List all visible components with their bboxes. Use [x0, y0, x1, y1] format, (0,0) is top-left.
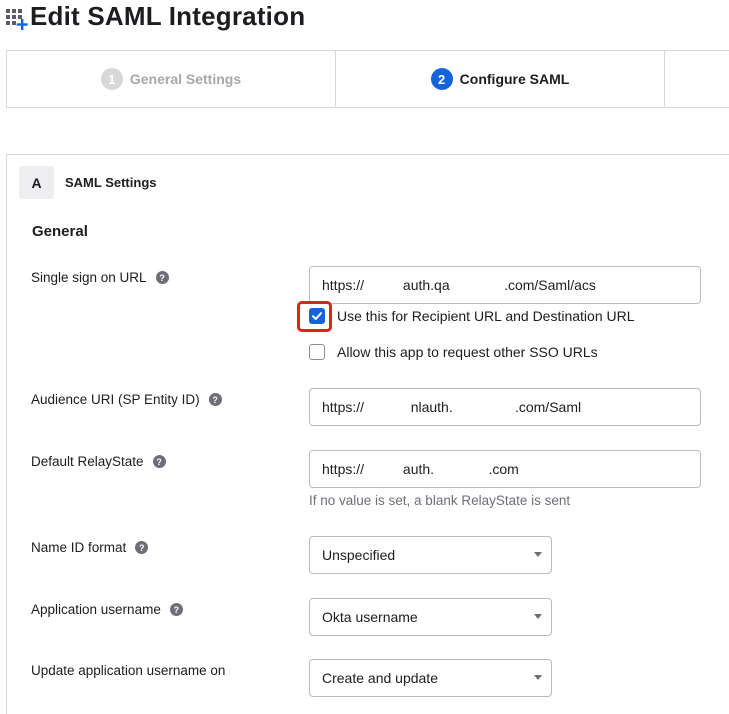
name-id-format-label: Name ID format ?	[31, 540, 149, 555]
help-icon[interactable]: ?	[152, 455, 166, 468]
step-general-settings[interactable]: 1 General Settings	[7, 51, 336, 107]
sso-url-input[interactable]: https:// auth.qa .com/Saml/acs	[309, 266, 701, 304]
relay-state-value: https:// auth. .com	[322, 461, 519, 477]
update-username-select[interactable]: Create and update	[309, 659, 552, 697]
app-username-label: Application username ?	[31, 602, 183, 617]
section-title: SAML Settings	[65, 175, 157, 190]
step-label: Configure SAML	[459, 71, 570, 87]
update-username-value: Create and update	[322, 670, 438, 686]
general-heading: General	[32, 223, 88, 240]
chevron-down-icon	[534, 614, 542, 619]
relay-state-label: Default RelayState ?	[31, 454, 166, 469]
name-id-format-label-text: Name ID format	[31, 540, 127, 555]
other-sso-checkbox-row[interactable]: Allow this app to request other SSO URLs	[309, 344, 598, 360]
update-username-label: Update application username on	[31, 663, 225, 678]
step-label: General Settings	[129, 71, 242, 87]
app-username-label-text: Application username	[31, 602, 161, 617]
help-icon[interactable]: ?	[169, 603, 183, 616]
name-id-format-value: Unspecified	[322, 547, 396, 563]
relay-state-input[interactable]: https:// auth. .com	[309, 450, 701, 488]
chevron-down-icon	[534, 675, 542, 680]
wizard-steps: 1 General Settings 2 Configure SAML	[6, 50, 729, 108]
other-sso-checkbox-label: Allow this app to request other SSO URLs	[337, 344, 598, 360]
audience-uri-label: Audience URI (SP Entity ID) ?	[31, 392, 222, 407]
step-number: 1	[100, 68, 123, 90]
chevron-down-icon	[534, 552, 542, 557]
audience-uri-value: https:// nlauth. .com/Saml	[322, 399, 582, 415]
sso-url-label: Single sign on URL ?	[31, 270, 169, 285]
step-configure-saml[interactable]: 2 Configure SAML	[336, 51, 665, 107]
update-username-label-text: Update application username on	[31, 663, 226, 678]
name-id-format-select[interactable]: Unspecified	[309, 536, 552, 574]
sso-url-label-text: Single sign on URL	[31, 270, 147, 285]
recipient-url-checkbox-row[interactable]: Use this for Recipient URL and Destinati…	[309, 308, 635, 324]
recipient-url-checkbox-label: Use this for Recipient URL and Destinati…	[337, 308, 635, 324]
section-badge: A	[19, 166, 54, 199]
help-icon[interactable]: ?	[155, 271, 169, 284]
app-grid-plus-icon	[6, 9, 28, 30]
page-title: Edit SAML Integration	[30, 1, 306, 31]
step-next[interactable]	[665, 51, 729, 107]
help-icon[interactable]: ?	[208, 393, 222, 406]
audience-uri-label-text: Audience URI (SP Entity ID)	[31, 392, 200, 407]
audience-uri-input[interactable]: https:// nlauth. .com/Saml	[309, 388, 701, 426]
step-number: 2	[430, 68, 453, 90]
checkmark-icon	[312, 312, 322, 320]
sso-url-value: https:// auth.qa .com/Saml/acs	[322, 277, 596, 293]
app-username-value: Okta username	[322, 609, 418, 625]
relay-state-label-text: Default RelayState	[31, 454, 144, 469]
help-icon[interactable]: ?	[135, 541, 149, 554]
other-sso-checkbox[interactable]	[309, 344, 325, 360]
recipient-url-checkbox[interactable]	[309, 308, 325, 324]
relay-state-hint: If no value is set, a blank RelayState i…	[309, 493, 571, 508]
app-username-select[interactable]: Okta username	[309, 598, 552, 636]
